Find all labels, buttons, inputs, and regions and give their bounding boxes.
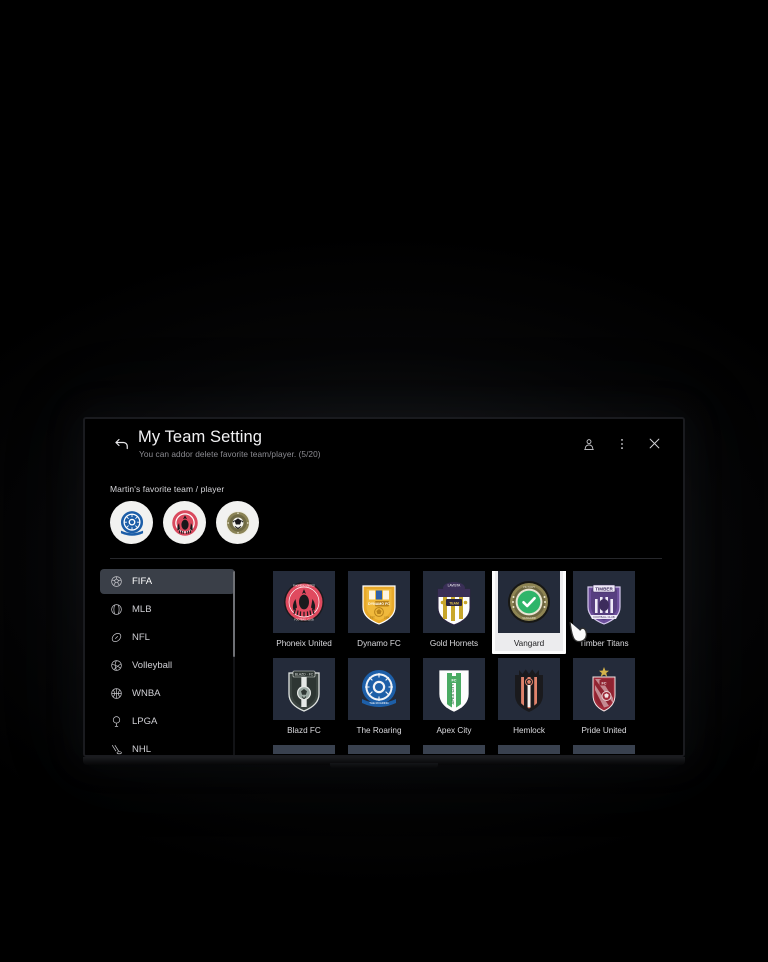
svg-text:TIMBER: TIMBER: [595, 586, 613, 591]
golf-icon: [110, 715, 123, 728]
team-tile-label: Timber Titans: [579, 639, 629, 648]
svg-text:FC: FC: [451, 678, 456, 682]
team-tile-apex-city[interactable]: FC APEX CITY Apex City: [423, 658, 485, 735]
svg-text:EST: EST: [370, 617, 375, 620]
svg-text:BLAZD · FC: BLAZD · FC: [295, 672, 314, 676]
team-tile-label: Gold Hornets: [429, 639, 479, 648]
sidebar-item-nhl[interactable]: NHL: [100, 737, 235, 755]
team-tile-phoneix-united[interactable]: PHONEIX UNITED FOOTBALL CLUB Phoneix Uni…: [273, 571, 335, 648]
favorite-avatar-red[interactable]: [163, 501, 206, 544]
favorites-row: [110, 501, 259, 544]
team-tile-partial[interactable]: [423, 745, 485, 754]
sidebar-scrollbar-thumb[interactable]: [233, 571, 235, 657]
vangard-medallion-icon: VICTORY VANGARD: [498, 571, 560, 633]
sidebar-item-label: NHL: [132, 744, 152, 755]
page-title: My Team Setting: [138, 428, 263, 446]
team-tile-label: The Roaring: [356, 726, 402, 735]
television: My Team Setting You can addor delete fav…: [83, 417, 685, 757]
team-tile-label: Pride United: [581, 726, 627, 735]
soccer-ball-icon: [110, 575, 123, 588]
svg-text:TEAM: TEAM: [449, 601, 459, 605]
sidebar-item-wnba[interactable]: WNBA: [100, 681, 235, 706]
team-tile-pride-united[interactable]: FC Pride United: [573, 658, 635, 735]
roaring-crest-icon: THE ROARING: [348, 658, 410, 720]
basketball-icon: [110, 687, 123, 700]
sidebar-item-mlb[interactable]: MLB: [100, 597, 235, 622]
svg-text:LAVISTA: LAVISTA: [448, 584, 462, 588]
team-tile-timber-titans[interactable]: TIMBER FOOTBALL CLUB Timber Titans: [573, 571, 635, 648]
team-tile-partial[interactable]: [273, 745, 335, 754]
sidebar-item-volleyball[interactable]: Volleyball: [100, 653, 235, 678]
football-icon: [110, 631, 123, 644]
phoenix-crest-icon: PHONEIX UNITED FOOTBALL CLUB: [273, 571, 335, 633]
svg-text:PHONEIX UNITED: PHONEIX UNITED: [293, 584, 315, 588]
team-tile-partial[interactable]: [348, 745, 410, 754]
sidebar-item-label: NFL: [132, 632, 150, 643]
back-arrow-icon[interactable]: [112, 434, 132, 454]
team-tile-label: Apex City: [436, 726, 472, 735]
team-tile-label: Hemlock: [513, 726, 545, 735]
svg-text:APEX CITY: APEX CITY: [450, 683, 455, 704]
team-grid: PHONEIX UNITED FOOTBALL CLUB Phoneix Uni…: [273, 571, 673, 755]
favorite-avatar-olive[interactable]: [216, 501, 259, 544]
team-tile-vangard[interactable]: VICTORY VANGARD Vangard: [492, 571, 566, 654]
team-grid-row: BLAZD · FC Blazd FC THE ROARING The Roar…: [273, 658, 673, 735]
team-tile-label: Vangard: [513, 639, 545, 648]
timber-shield-icon: TIMBER FOOTBALL CLUB: [573, 571, 635, 633]
team-tile-blazd-fc[interactable]: BLAZD · FC Blazd FC: [273, 658, 335, 735]
close-icon[interactable]: [646, 435, 663, 452]
team-tile-the-roaring[interactable]: THE ROARING The Roaring: [348, 658, 410, 735]
sidebar-item-label: FIFA: [132, 576, 153, 587]
hornets-shield-icon: LAVISTA TEAM: [423, 571, 485, 633]
favorites-label: Martin's favorite team / player: [110, 484, 225, 494]
pride-shield-icon: FC: [573, 658, 635, 720]
team-tile-gold-hornets[interactable]: LAVISTA TEAM Gold Hornets: [423, 571, 485, 648]
team-tile-partial[interactable]: [573, 745, 635, 754]
section-divider: [110, 558, 662, 559]
sidebar-item-lpga[interactable]: LPGA: [100, 709, 235, 734]
header-actions: [580, 435, 663, 452]
sidebar-item-label: WNBA: [132, 688, 161, 699]
baseball-icon: [110, 603, 123, 616]
category-sidebar[interactable]: FIFA MLB NFL Volleyball WNBA LPGA NHL: [100, 569, 235, 755]
svg-text:FOOTBALL CLUB: FOOTBALL CLUB: [294, 619, 314, 622]
svg-text:VICTORY: VICTORY: [523, 585, 535, 589]
sidebar-item-nfl[interactable]: NFL: [100, 625, 235, 650]
hockey-icon: [110, 743, 123, 755]
team-tile-label: Dynamo FC: [357, 639, 401, 648]
team-tile-label: Phoneix United: [276, 639, 332, 648]
tv-stand: [330, 763, 438, 768]
volleyball-icon: [110, 659, 123, 672]
sidebar-item-fifa[interactable]: FIFA: [100, 569, 235, 594]
team-grid-row-partial: [273, 745, 673, 754]
team-tile-hemlock[interactable]: Hemlock: [498, 658, 560, 735]
team-grid-row: PHONEIX UNITED FOOTBALL CLUB Phoneix Uni…: [273, 571, 673, 654]
apex-shield-icon: FC APEX CITY: [423, 658, 485, 720]
dynamo-shield-icon: DYNAMO FC EST 1924: [348, 571, 410, 633]
page-subtitle: You can addor delete favorite team/playe…: [139, 449, 321, 459]
dialog-header: My Team Setting You can addor delete fav…: [85, 419, 683, 477]
svg-text:1924: 1924: [384, 617, 390, 620]
svg-text:FC: FC: [601, 681, 606, 685]
team-tile-partial[interactable]: [498, 745, 560, 754]
svg-text:FOOTBALL CLUB: FOOTBALL CLUB: [593, 615, 614, 619]
more-options-icon[interactable]: [613, 435, 630, 452]
sidebar-item-label: Volleyball: [132, 660, 173, 671]
tv-screen: My Team Setting You can addor delete fav…: [85, 419, 683, 755]
svg-text:VANGARD: VANGARD: [522, 616, 536, 620]
hemlock-shield-icon: [498, 658, 560, 720]
favorite-avatar-blue[interactable]: [110, 501, 153, 544]
ambient-scene: My Team Setting You can addor delete fav…: [0, 0, 768, 962]
team-tile-label: Blazd FC: [287, 726, 321, 735]
svg-text:THE ROARING: THE ROARING: [369, 701, 388, 705]
sidebar-item-label: LPGA: [132, 716, 158, 727]
svg-text:DYNAMO FC: DYNAMO FC: [368, 602, 390, 606]
sidebar-item-label: MLB: [132, 604, 152, 615]
team-tile-dynamo-fc[interactable]: DYNAMO FC EST 1924 Dynamo FC: [348, 571, 410, 648]
blazd-shield-icon: BLAZD · FC: [273, 658, 335, 720]
profile-icon[interactable]: [580, 435, 597, 452]
